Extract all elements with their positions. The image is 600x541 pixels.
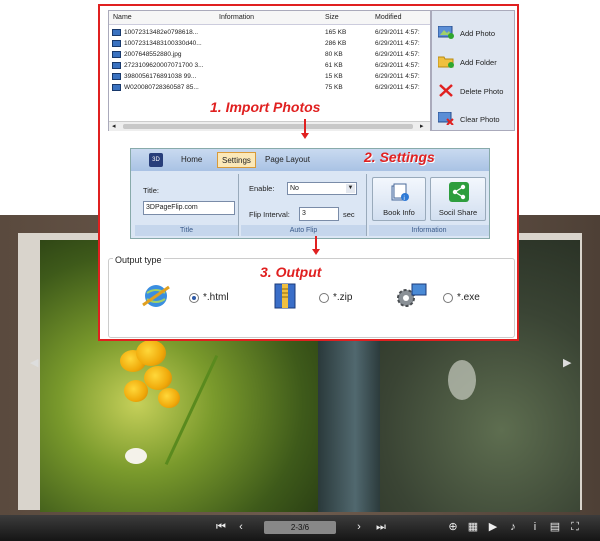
title-group: Title: 3DPageFlip.com Title xyxy=(135,174,239,236)
step-import-label: 1. Import Photos xyxy=(210,99,321,115)
clear-photo-icon xyxy=(438,112,454,125)
clear-photo-button[interactable]: Clear Photo xyxy=(432,105,516,133)
col-information[interactable]: Information xyxy=(219,14,254,21)
image-file-icon xyxy=(112,51,121,58)
delete-photo-button[interactable]: Delete Photo xyxy=(432,77,516,105)
fullscreen-icon[interactable]: ⛶ xyxy=(568,520,582,534)
file-row[interactable]: 2007648552880.jpg 80 KB 6/29/2011 4:57: xyxy=(111,49,429,60)
tab-home[interactable]: Home xyxy=(181,155,202,164)
viewer-toolbar: ⏮ ‹ 2-3/6 › ⏭ ⊕ ▦ ▶ ♪ i ▤ ⛶ xyxy=(0,515,600,541)
add-folder-button[interactable]: Add Folder xyxy=(432,48,516,76)
prev-page-arrow-icon[interactable]: ◀ xyxy=(30,356,38,369)
html-label: *.html xyxy=(203,292,229,303)
step-output-label: 3. Output xyxy=(260,264,322,280)
chevron-down-icon[interactable]: ▼ xyxy=(346,184,355,193)
info-icon[interactable]: i xyxy=(528,520,542,534)
title-label: Title: xyxy=(143,186,159,195)
enable-label: Enable: xyxy=(249,184,275,193)
book-info-button[interactable]: i Book Info xyxy=(372,177,426,221)
col-size[interactable]: Size xyxy=(325,14,339,21)
title-group-label: Title xyxy=(135,225,238,236)
step-arrow-icon xyxy=(312,236,320,255)
file-row[interactable]: W020080728360587 85... 75 KB 6/29/2011 4:5… xyxy=(111,82,429,93)
autoplay-icon[interactable]: ▶ xyxy=(486,520,500,534)
exe-gears-icon xyxy=(397,283,427,307)
next-page-icon[interactable]: › xyxy=(352,520,366,534)
add-photo-icon xyxy=(438,26,454,39)
information-group: i Book Info Socil Share Information xyxy=(369,174,489,236)
file-row[interactable]: 2723109620007071700 3... 61 KB 6/29/2011 4… xyxy=(111,60,429,71)
app-logo-icon[interactable]: 3D xyxy=(149,153,163,167)
add-photo-button[interactable]: Add Photo xyxy=(432,19,516,47)
zip-label: *.zip xyxy=(333,292,353,303)
scrollbar-thumb[interactable] xyxy=(123,124,413,129)
tab-page-layout[interactable]: Page Layout xyxy=(265,155,310,164)
image-file-icon xyxy=(112,62,121,69)
image-file-icon xyxy=(112,29,121,36)
exe-radio[interactable] xyxy=(443,293,453,303)
flip-interval-unit: sec xyxy=(343,210,355,219)
title-input[interactable]: 3DPageFlip.com xyxy=(143,201,235,215)
auto-flip-group-label: Auto Flip xyxy=(241,225,366,236)
previous-page-icon[interactable]: ‹ xyxy=(234,520,248,534)
image-file-icon xyxy=(112,84,121,91)
col-modified[interactable]: Modified xyxy=(375,14,401,21)
settings-ribbon: 3D Home Settings Page Layout Title: 3DPa… xyxy=(130,148,490,239)
social-share-button[interactable]: Socil Share xyxy=(430,177,486,221)
step-settings-label: 2. Settings xyxy=(364,149,435,165)
print-icon[interactable]: ▤ xyxy=(548,520,562,534)
thumbnails-icon[interactable]: ▦ xyxy=(466,520,480,534)
zip-archive-icon xyxy=(274,283,296,309)
horizontal-scrollbar[interactable]: ◂ ▸ xyxy=(109,121,430,131)
file-list-header: Name Information Size Modified xyxy=(109,11,430,25)
col-name[interactable]: Name xyxy=(113,14,132,21)
delete-icon xyxy=(439,84,453,97)
html-globe-icon xyxy=(142,285,170,307)
photo-actions-panel: Add Photo Add Folder Delete Photo Clear … xyxy=(431,10,515,131)
html-radio[interactable] xyxy=(189,293,199,303)
exe-label: *.exe xyxy=(457,292,480,303)
sound-icon[interactable]: ♪ xyxy=(506,520,520,534)
svg-text:i: i xyxy=(404,196,405,202)
image-file-icon xyxy=(112,40,121,47)
ribbon-tab-bar: 3D Home Settings Page Layout xyxy=(131,149,489,171)
page-indicator[interactable]: 2-3/6 xyxy=(264,521,336,534)
flip-interval-label: Flip Interval: xyxy=(249,210,290,219)
information-group-label: Information xyxy=(369,225,489,236)
first-page-icon[interactable]: ⏮ xyxy=(214,520,228,534)
step-arrow-icon xyxy=(301,119,309,139)
book-info-icon: i xyxy=(391,183,409,202)
file-row[interactable]: 10072313482e0798618... 165 KB 6/29/2011 4:… xyxy=(111,27,429,38)
add-folder-icon xyxy=(438,56,454,68)
auto-flip-group: Enable: No ▼ Flip Interval: 3 sec Auto F… xyxy=(241,174,367,236)
tab-settings[interactable]: Settings xyxy=(217,152,256,168)
next-page-arrow-icon[interactable]: ▶ xyxy=(563,356,571,369)
file-row[interactable]: 10072313483100330d40... 286 KB 6/29/2011 4… xyxy=(111,38,429,49)
last-page-icon[interactable]: ⏭ xyxy=(374,520,388,534)
zoom-icon[interactable]: ⊕ xyxy=(446,520,460,534)
image-file-icon xyxy=(112,73,121,80)
flip-interval-input[interactable]: 3 xyxy=(299,207,339,221)
zip-radio[interactable] xyxy=(319,293,329,303)
output-type-title: Output type xyxy=(113,255,164,265)
software-panel: Name Information Size Modified 100723134… xyxy=(98,4,519,341)
enable-select[interactable]: No ▼ xyxy=(287,182,357,195)
share-icon xyxy=(449,182,469,202)
file-row[interactable]: 3980056176891038 99... 15 KB 6/29/2011 4:5… xyxy=(111,71,429,82)
